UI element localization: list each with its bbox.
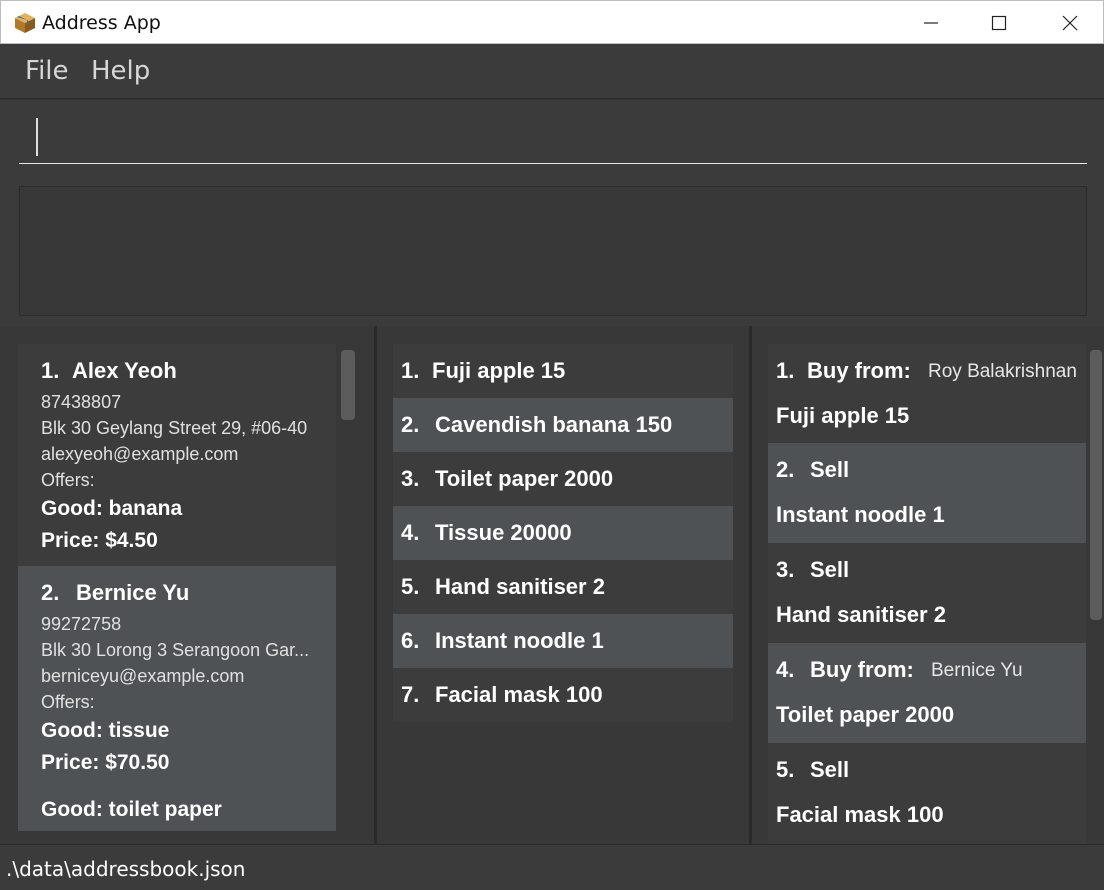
order-list-panel[interactable]: 1. Buy from: Roy Balakrishnan Fuji apple… bbox=[752, 326, 1104, 844]
offer-price: Price: $4.50 bbox=[41, 529, 158, 552]
order-item: Fuji apple 15 bbox=[776, 403, 910, 428]
person-index: 2. bbox=[41, 580, 60, 605]
order-type: Sell bbox=[810, 457, 850, 482]
inventory-index: 3. bbox=[401, 466, 420, 491]
order-index: 5. bbox=[776, 757, 795, 782]
inventory-item[interactable]: 2. Cavendish banana 150 bbox=[393, 398, 733, 452]
menu-help[interactable]: Help bbox=[91, 56, 150, 86]
inventory-label: Instant noodle 1 bbox=[435, 628, 604, 653]
person-email: alexyeoh@example.com bbox=[41, 444, 239, 464]
status-bar: .\data\addressbook.json bbox=[0, 844, 1104, 890]
order-party: Bernice Yu bbox=[931, 660, 1023, 681]
inventory-item[interactable]: 5. Hand sanitiser 2 bbox=[393, 560, 733, 614]
inventory-item[interactable]: 1. Fuji apple 15 bbox=[393, 344, 733, 398]
order-type: Sell bbox=[810, 757, 850, 782]
inventory-label: Fuji apple 15 bbox=[432, 358, 566, 383]
person-phone: 87438807 bbox=[41, 392, 122, 412]
person-address: Blk 30 Geylang Street 29, #06-40 bbox=[41, 418, 308, 438]
close-icon bbox=[1062, 15, 1078, 31]
order-list-scrollbar[interactable] bbox=[1090, 350, 1102, 620]
command-input[interactable] bbox=[19, 118, 1087, 164]
order-card[interactable]: 3. Sell Hand sanitiser 2 bbox=[768, 543, 1086, 643]
inventory-item[interactable]: 4. Tissue 20000 bbox=[393, 506, 733, 560]
inventory-index: 4. bbox=[401, 520, 420, 545]
maximize-icon bbox=[991, 15, 1007, 31]
command-box bbox=[0, 99, 1104, 179]
title-bar: Address App bbox=[0, 0, 1104, 44]
save-location: .\data\addressbook.json bbox=[6, 857, 246, 881]
person-email: berniceyu@example.com bbox=[41, 666, 245, 686]
package-icon bbox=[15, 13, 35, 33]
inventory-index: 6. bbox=[401, 628, 420, 653]
order-card[interactable]: 2. Sell Instant noodle 1 bbox=[768, 443, 1086, 543]
order-item: Instant noodle 1 bbox=[776, 502, 945, 527]
inventory-index: 2. bbox=[401, 412, 420, 437]
order-type: Buy from: bbox=[810, 657, 914, 682]
order-index: 3. bbox=[776, 557, 795, 582]
person-index: 1. bbox=[41, 358, 60, 383]
order-index: 2. bbox=[776, 457, 795, 482]
order-index: 1. bbox=[776, 358, 795, 383]
offer-price: Price: $70.50 bbox=[41, 751, 170, 774]
order-item: Toilet paper 2000 bbox=[776, 702, 955, 727]
minimize-button[interactable] bbox=[896, 1, 966, 45]
inventory-label: Toilet paper 2000 bbox=[435, 466, 614, 491]
text-caret bbox=[36, 118, 38, 156]
inventory-item[interactable]: 6. Instant noodle 1 bbox=[393, 614, 733, 668]
person-offers-label: Offers: bbox=[41, 470, 95, 490]
order-type: Buy from: bbox=[807, 358, 911, 383]
inventory-item[interactable]: 3. Toilet paper 2000 bbox=[393, 452, 733, 506]
inventory-label: Cavendish banana 150 bbox=[435, 412, 673, 437]
maximize-button[interactable] bbox=[964, 1, 1034, 45]
person-list-scrollbar[interactable] bbox=[341, 350, 355, 420]
order-card[interactable]: 1. Buy from: Roy Balakrishnan Fuji apple… bbox=[768, 344, 1086, 443]
order-type: Sell bbox=[810, 557, 850, 582]
person-offers-label: Offers: bbox=[41, 692, 95, 712]
inventory-item[interactable]: 7. Facial mask 100 bbox=[393, 668, 733, 722]
person-phone: 99272758 bbox=[41, 614, 122, 634]
result-display-container bbox=[0, 178, 1104, 327]
inventory-label: Hand sanitiser 2 bbox=[435, 574, 605, 599]
window-title: Address App bbox=[42, 12, 161, 34]
person-address: Blk 30 Lorong 3 Serangoon Gar... bbox=[41, 640, 310, 660]
menu-file[interactable]: File bbox=[25, 56, 69, 86]
order-item: Facial mask 100 bbox=[776, 802, 944, 827]
inventory-index: 5. bbox=[401, 574, 420, 599]
order-party: Roy Balakrishnan bbox=[928, 361, 1077, 382]
order-card[interactable]: 5. Sell Facial mask 100 bbox=[768, 743, 1086, 844]
person-name: Bernice Yu bbox=[76, 580, 190, 605]
offer-good: Good: toilet paper bbox=[41, 798, 222, 821]
person-list-panel[interactable]: 1. Alex Yeoh 87438807 Blk 30 Geylang Str… bbox=[0, 326, 374, 844]
inventory-index: 1. bbox=[401, 358, 420, 383]
result-display bbox=[19, 186, 1087, 316]
offer-good: Good: banana bbox=[41, 497, 183, 520]
inventory-index: 7. bbox=[401, 682, 420, 707]
person-name: Alex Yeoh bbox=[72, 358, 177, 383]
person-card[interactable]: 2. Bernice Yu 99272758 Blk 30 Lorong 3 S… bbox=[18, 566, 336, 831]
order-card[interactable]: 4. Buy from: Bernice Yu Toilet paper 200… bbox=[768, 643, 1086, 743]
menu-bar: File Help bbox=[0, 44, 1104, 99]
close-button[interactable] bbox=[1035, 1, 1104, 45]
order-index: 4. bbox=[776, 657, 795, 682]
order-item: Hand sanitiser 2 bbox=[776, 602, 946, 627]
offer-good: Good: tissue bbox=[41, 719, 170, 742]
person-card[interactable]: 1. Alex Yeoh 87438807 Blk 30 Geylang Str… bbox=[18, 344, 336, 566]
minimize-icon bbox=[924, 22, 938, 24]
inventory-label: Tissue 20000 bbox=[435, 520, 572, 545]
inventory-list-panel[interactable]: 1. Fuji apple 15 2. Cavendish banana 150… bbox=[377, 326, 749, 844]
inventory-label: Facial mask 100 bbox=[435, 682, 603, 707]
